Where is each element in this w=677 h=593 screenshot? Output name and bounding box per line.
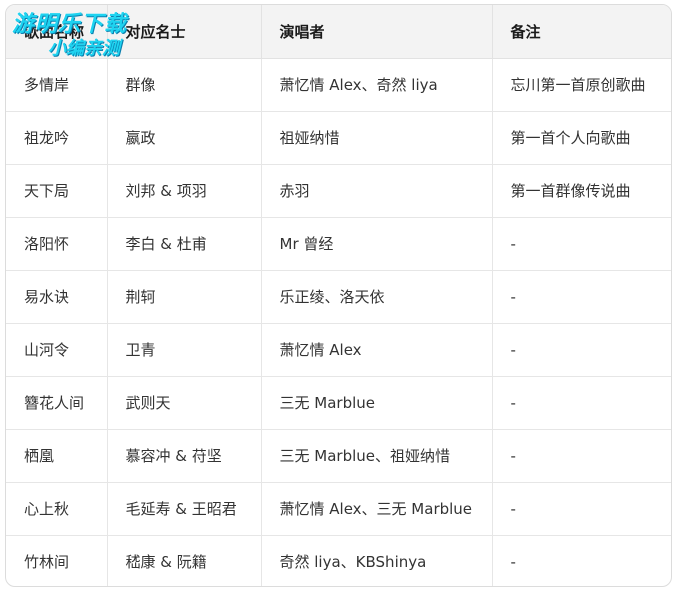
table-row: 洛阳怀 李白 & 杜甫 Mr 曾经 - — [6, 217, 671, 271]
cell-figure: 嵇康 & 阮籍 — [107, 535, 262, 586]
cell-singer: 三无 Marblue、祖娅纳惜 — [261, 429, 493, 483]
cell-singer: 萧忆情 Alex、奇然 liya — [261, 58, 493, 112]
cell-figure: 刘邦 & 项羽 — [107, 164, 262, 218]
header-song-name: 歌曲名称 — [6, 5, 108, 59]
cell-figure: 群像 — [107, 58, 262, 112]
cell-note: - — [492, 482, 671, 536]
cell-singer: 赤羽 — [261, 164, 493, 218]
header-figure: 对应名士 — [107, 5, 262, 59]
cell-song-name: 多情岸 — [6, 58, 108, 112]
cell-note: - — [492, 217, 671, 271]
cell-singer: 萧忆情 Alex — [261, 323, 493, 377]
cell-singer: 三无 Marblue — [261, 376, 493, 430]
table-row: 多情岸 群像 萧忆情 Alex、奇然 liya 忘川第一首原创歌曲 — [6, 58, 671, 112]
table-header-row: 歌曲名称 对应名士 演唱者 备注 — [6, 5, 671, 59]
cell-note: - — [492, 270, 671, 324]
table-row: 竹林间 嵇康 & 阮籍 奇然 liya、KBShinya - — [6, 535, 671, 586]
cell-figure: 嬴政 — [107, 111, 262, 165]
cell-note: - — [510, 552, 516, 571]
cell-note: 第一首个人向歌曲 — [492, 111, 671, 165]
table-row: 栖凰 慕容冲 & 苻坚 三无 Marblue、祖娅纳惜 - — [6, 429, 671, 483]
cell-singer: 奇然 liya、KBShinya — [261, 535, 493, 586]
cell-figure: 李白 & 杜甫 — [107, 217, 262, 271]
cell-song-name: 易水诀 — [6, 270, 108, 324]
cell-figure: 卫青 — [107, 323, 262, 377]
cell-figure: 慕容冲 & 苻坚 — [107, 429, 262, 483]
cell-singer: Mr 曾经 — [261, 217, 493, 271]
header-singer: 演唱者 — [261, 5, 493, 59]
cell-singer: 祖娅纳惜 — [261, 111, 493, 165]
table-row: 心上秋 毛延寿 & 王昭君 萧忆情 Alex、三无 Marblue - — [6, 482, 671, 536]
cell-song-name: 洛阳怀 — [6, 217, 108, 271]
song-table: 歌曲名称 对应名士 演唱者 备注 多情岸 群像 萧忆情 Alex、奇然 liya… — [6, 5, 671, 586]
cell-song-name: 山河令 — [6, 323, 108, 377]
cell-note: - — [492, 323, 671, 377]
cell-figure: 荆轲 — [107, 270, 262, 324]
table-row: 天下局 刘邦 & 项羽 赤羽 第一首群像传说曲 — [6, 164, 671, 218]
cell-song-name: 心上秋 — [6, 482, 108, 536]
table-row: 山河令 卫青 萧忆情 Alex - — [6, 323, 671, 377]
cell-note: 第一首群像传说曲 — [492, 164, 671, 218]
header-note: 备注 — [492, 5, 671, 59]
cell-note: - — [492, 376, 671, 430]
table-row: 簪花人间 武则天 三无 Marblue - — [6, 376, 671, 430]
cell-singer: 乐正绫、洛天依 — [261, 270, 493, 324]
cell-figure: 毛延寿 & 王昭君 — [107, 482, 262, 536]
cell-song-name: 天下局 — [6, 164, 108, 218]
table-row: 易水诀 荆轲 乐正绫、洛天依 - — [6, 270, 671, 324]
cell-note: 忘川第一首原创歌曲 — [492, 58, 671, 112]
cell-note: - — [492, 429, 671, 483]
cell-singer: 萧忆情 Alex、三无 Marblue — [261, 482, 493, 536]
cell-song-name: 栖凰 — [6, 429, 108, 483]
cell-song-name: 簪花人间 — [6, 376, 108, 430]
cell-song-name: 竹林间 — [6, 535, 108, 586]
cell-figure: 武则天 — [107, 376, 262, 430]
table-row: 祖龙吟 嬴政 祖娅纳惜 第一首个人向歌曲 — [6, 111, 671, 165]
cell-song-name: 祖龙吟 — [6, 111, 108, 165]
song-table-container: 歌曲名称 对应名士 演唱者 备注 多情岸 群像 萧忆情 Alex、奇然 liya… — [5, 4, 672, 587]
